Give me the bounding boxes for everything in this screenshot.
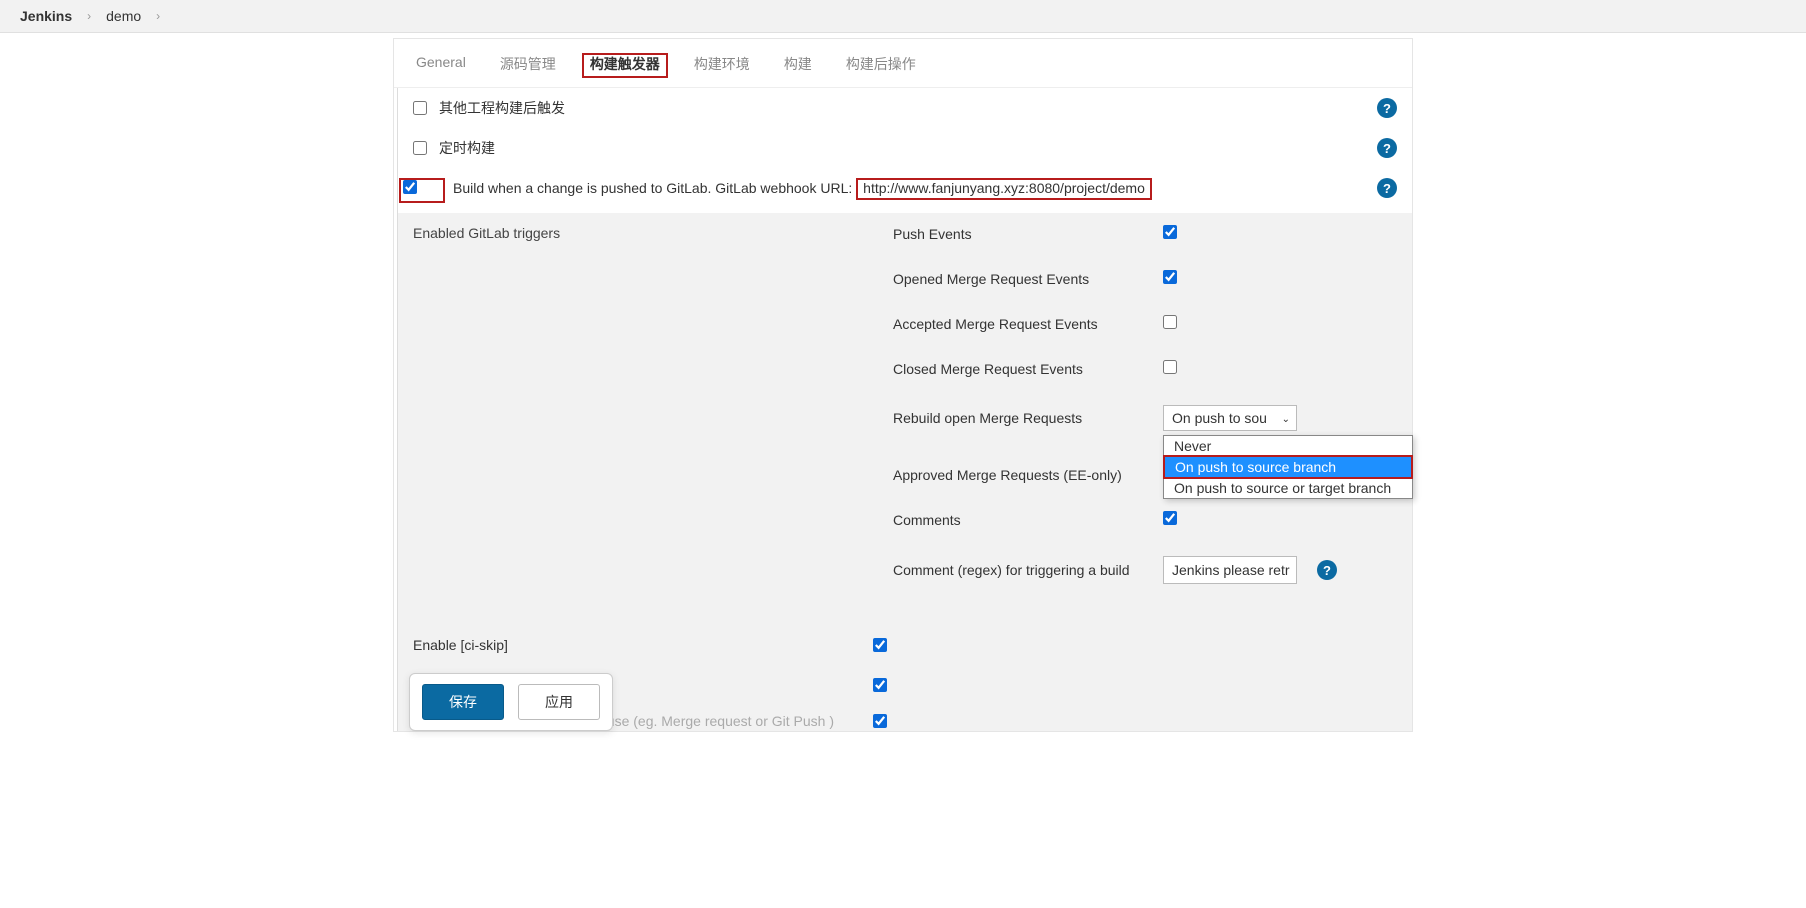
accepted-mr-row: Accepted Merge Request Events xyxy=(893,301,1397,346)
save-button[interactable]: 保存 xyxy=(422,684,504,720)
trigger-gitlab-label: Build when a change is pushed to GitLab.… xyxy=(453,178,1377,200)
help-icon[interactable] xyxy=(1317,560,1337,580)
opened-mr-label: Opened Merge Request Events xyxy=(893,271,1163,287)
trigger-other-projects-row: 其他工程构建后触发 xyxy=(398,88,1412,128)
breadcrumb: Jenkins › demo › xyxy=(0,0,1806,33)
help-icon[interactable] xyxy=(1377,98,1397,118)
closed-mr-label: Closed Merge Request Events xyxy=(893,361,1163,377)
opened-mr-checkbox[interactable] xyxy=(1163,270,1177,284)
approved-mr-label: Approved Merge Requests (EE-only) xyxy=(893,467,1163,483)
chevron-down-icon: ⌄ xyxy=(1282,414,1290,425)
comments-row: Comments xyxy=(893,497,1397,542)
trigger-timer-row: 定时构建 xyxy=(398,128,1412,168)
trigger-other-projects-label: 其他工程构建后触发 xyxy=(439,98,1377,118)
ignore-wip-checkbox[interactable] xyxy=(873,678,887,692)
comment-regex-label: Comment (regex) for triggering a build xyxy=(893,562,1163,578)
tab-build[interactable]: 构建 xyxy=(782,51,814,77)
highlight-box xyxy=(399,178,445,203)
apply-button[interactable]: 应用 xyxy=(518,684,600,720)
rebuild-option-source[interactable]: On push to source branch xyxy=(1163,455,1413,479)
tab-post-build[interactable]: 构建后操作 xyxy=(844,51,918,77)
trigger-other-projects-checkbox[interactable] xyxy=(413,101,427,115)
comment-regex-input[interactable]: Jenkins please retr xyxy=(1163,556,1297,584)
comments-checkbox[interactable] xyxy=(1163,511,1177,525)
help-icon[interactable] xyxy=(1377,178,1397,198)
gitlab-webhook-url: http://www.fanjunyang.xyz:8080/project/d… xyxy=(856,178,1152,200)
breadcrumb-project[interactable]: demo xyxy=(106,8,141,24)
trigger-timer-label: 定时构建 xyxy=(439,138,1377,158)
ci-skip-checkbox[interactable] xyxy=(873,638,887,652)
ci-skip-row: Enable [ci-skip] xyxy=(398,623,1412,667)
trigger-gitlab-row: Build when a change is pushed to GitLab.… xyxy=(398,168,1412,213)
push-events-label: Push Events xyxy=(893,226,1163,242)
trigger-timer-checkbox[interactable] xyxy=(413,141,427,155)
rebuild-option-source-target[interactable]: On push to source or target branch xyxy=(1164,478,1412,498)
comment-regex-row: Comment (regex) for triggering a build J… xyxy=(893,542,1397,598)
chevron-right-icon: › xyxy=(156,9,160,23)
push-events-row: Push Events xyxy=(893,225,1397,256)
trigger-gitlab-checkbox[interactable] xyxy=(403,180,417,194)
rebuild-mr-row: Rebuild open Merge Requests On push to s… xyxy=(893,391,1397,445)
ci-skip-label: Enable [ci-skip] xyxy=(413,637,873,653)
gitlab-triggers-heading: Enabled GitLab triggers xyxy=(413,225,893,590)
opened-mr-row: Opened Merge Request Events xyxy=(893,256,1397,301)
tab-scm[interactable]: 源码管理 xyxy=(498,51,558,77)
rebuild-mr-label: Rebuild open Merge Requests xyxy=(893,410,1163,426)
tab-build-triggers[interactable]: 构建触发器 xyxy=(588,51,662,77)
comments-label: Comments xyxy=(893,512,1163,528)
chevron-right-icon: › xyxy=(87,9,91,23)
rebuild-option-never[interactable]: Never xyxy=(1164,436,1412,456)
tab-general[interactable]: General xyxy=(414,51,468,77)
closed-mr-row: Closed Merge Request Events xyxy=(893,346,1397,391)
config-panel: General 源码管理 构建触发器 构建环境 构建 构建后操作 其他工程构建后… xyxy=(393,38,1413,732)
rebuild-mr-dropdown: Never On push to source branch On push t… xyxy=(1163,435,1413,499)
set-build-desc-checkbox[interactable] xyxy=(873,714,887,728)
accepted-mr-label: Accepted Merge Request Events xyxy=(893,316,1163,332)
closed-mr-checkbox[interactable] xyxy=(1163,360,1177,374)
push-events-checkbox[interactable] xyxy=(1163,225,1177,239)
tab-build-env[interactable]: 构建环境 xyxy=(692,51,752,77)
rebuild-mr-select[interactable]: On push to sou ⌄ xyxy=(1163,405,1297,431)
tabs-bar: General 源码管理 构建触发器 构建环境 构建 构建后操作 xyxy=(394,39,1412,88)
accepted-mr-checkbox[interactable] xyxy=(1163,315,1177,329)
action-bar: 保存 应用 xyxy=(409,673,613,731)
breadcrumb-root[interactable]: Jenkins xyxy=(20,8,72,24)
help-icon[interactable] xyxy=(1377,138,1397,158)
gitlab-triggers-section: Enabled GitLab triggers Push Events Open… xyxy=(398,213,1412,623)
